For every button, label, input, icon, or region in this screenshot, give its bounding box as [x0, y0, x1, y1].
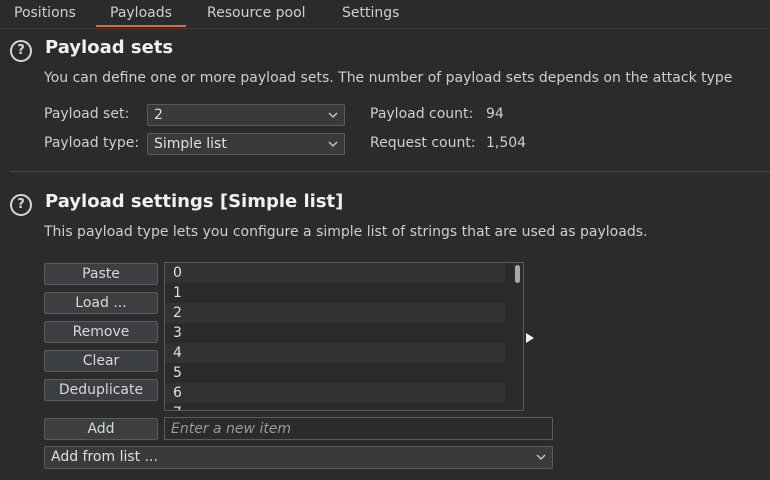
add-button[interactable]: Add	[44, 418, 158, 440]
payload-list[interactable]: 0 1 2 3 4 5 6 7	[164, 262, 524, 411]
request-count-value: 1,504	[486, 135, 527, 151]
tab-payloads[interactable]: Payloads	[96, 0, 186, 27]
list-item[interactable]: 3	[165, 323, 505, 343]
tab-resource-pool[interactable]: Resource pool	[193, 0, 320, 27]
new-item-input[interactable]	[164, 417, 553, 440]
load-button[interactable]: Load ...	[44, 292, 158, 314]
list-item[interactable]: 2	[165, 303, 505, 323]
tab-bar: Positions Payloads Resource pool Setting…	[0, 0, 770, 29]
deduplicate-button[interactable]: Deduplicate	[44, 379, 158, 401]
payload-set-label: Payload set:	[44, 106, 130, 122]
payload-type-select[interactable]: Simple list	[147, 133, 345, 155]
list-scrollbar[interactable]	[515, 265, 520, 283]
section-divider	[10, 171, 770, 172]
chevron-down-icon	[536, 454, 546, 460]
list-item[interactable]: 4	[165, 343, 505, 363]
remove-button[interactable]: Remove	[44, 321, 158, 343]
payload-count-value: 94	[486, 106, 504, 122]
clear-button[interactable]: Clear	[44, 350, 158, 372]
list-item[interactable]: 7	[165, 403, 505, 410]
tab-positions[interactable]: Positions	[0, 0, 90, 27]
caret-right-icon[interactable]	[525, 332, 535, 344]
list-item[interactable]: 0	[165, 263, 505, 283]
payload-settings-title: Payload settings [Simple list]	[45, 191, 344, 212]
payload-set-value: 2	[154, 107, 163, 123]
payload-count-label: Payload count:	[370, 106, 474, 122]
payload-type-label: Payload type:	[44, 135, 140, 151]
chevron-down-icon	[328, 112, 338, 118]
payload-sets-title: Payload sets	[45, 37, 174, 58]
tab-settings[interactable]: Settings	[328, 0, 413, 27]
payload-type-value: Simple list	[154, 136, 227, 152]
list-item[interactable]: 5	[165, 363, 505, 383]
question-circle-icon[interactable]: ?	[10, 40, 32, 62]
chevron-down-icon	[328, 141, 338, 147]
paste-button[interactable]: Paste	[44, 263, 158, 285]
add-from-list-label: Add from list ...	[51, 449, 158, 465]
list-item[interactable]: 6	[165, 383, 505, 403]
request-count-label: Request count:	[370, 135, 476, 151]
add-from-list-select[interactable]: Add from list ...	[44, 446, 553, 469]
question-circle-icon[interactable]: ?	[10, 194, 32, 216]
list-item[interactable]: 1	[165, 283, 505, 303]
payload-settings-description: This payload type lets you configure a s…	[44, 224, 648, 240]
payload-set-select[interactable]: 2	[147, 104, 345, 126]
payload-sets-description: You can define one or more payload sets.…	[44, 70, 733, 86]
